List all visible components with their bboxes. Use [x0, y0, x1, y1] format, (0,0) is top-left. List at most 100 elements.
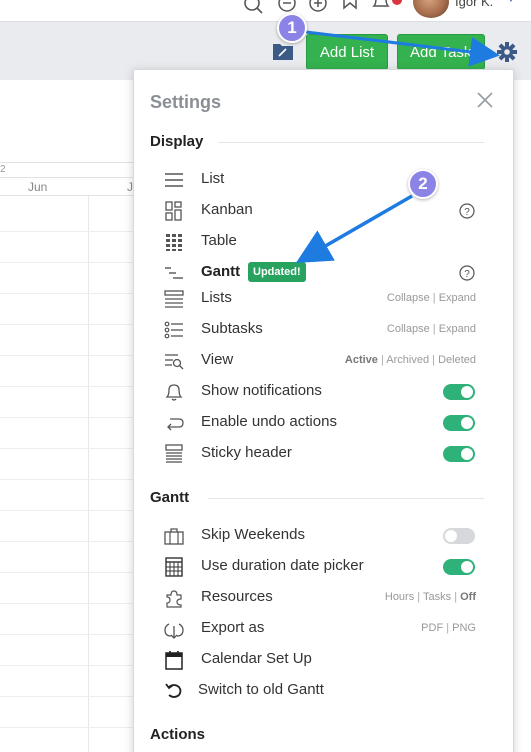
setting-row-skip-weekends: Skip Weekends — [164, 524, 476, 548]
setting-row-show-notifications: Show notifications — [164, 380, 476, 404]
grid-line — [0, 448, 133, 449]
setting-row-kanban[interactable]: Kanban ? — [164, 199, 476, 223]
add-list-button[interactable]: Add List — [306, 34, 388, 70]
close-icon[interactable] — [475, 90, 495, 110]
grid-line — [0, 572, 133, 573]
grid-line — [0, 324, 133, 325]
step-marker-2: 2 — [408, 169, 438, 199]
add-task-button[interactable]: Add Task — [397, 34, 485, 70]
view-filter-icon — [164, 351, 186, 371]
undo-toggle[interactable] — [443, 415, 475, 431]
divider — [208, 498, 484, 499]
setting-label: Lists — [201, 289, 232, 306]
grid-line — [0, 479, 133, 480]
grid-line — [0, 417, 133, 418]
option-collapse[interactable]: Collapse — [387, 323, 430, 335]
setting-label: Gantt — [201, 263, 241, 280]
option-expand[interactable]: Expand — [439, 292, 476, 304]
list-icon — [164, 170, 186, 190]
switch-back-icon — [164, 681, 186, 701]
setting-row-subtasks: Subtasks Collapse | Expand — [164, 318, 476, 342]
setting-label: Resources — [201, 588, 273, 605]
setting-row-switch-old-gantt[interactable]: Switch to old Gantt — [164, 679, 476, 703]
gear-icon[interactable] — [496, 41, 518, 63]
bell-outline-icon — [164, 382, 186, 402]
sticky-header-toggle[interactable] — [443, 446, 475, 462]
section-heading-actions: Actions — [150, 726, 206, 743]
search-icon[interactable] — [242, 0, 264, 16]
plus-circle-icon[interactable] — [307, 0, 329, 16]
puzzle-icon — [164, 588, 186, 608]
subtasks-icon — [164, 320, 186, 340]
toggle-knob — [461, 561, 473, 573]
chevron-down-icon[interactable]: ▼ — [506, 0, 516, 5]
top-header: Igor K. ▼ — [0, 0, 531, 22]
option-active[interactable]: Active — [345, 354, 378, 366]
setting-label: Sticky header — [201, 444, 292, 461]
option-pdf[interactable]: PDF — [421, 622, 443, 634]
section-heading-display: Display — [150, 133, 204, 150]
grid-line — [0, 696, 133, 697]
section-heading-gantt: Gantt — [150, 489, 190, 506]
bell-icon[interactable] — [370, 0, 392, 16]
gantt-month-row: Jun J — [0, 178, 140, 196]
folder-icon[interactable] — [273, 42, 293, 60]
setting-row-sticky-header: Sticky header — [164, 442, 476, 466]
setting-row-gantt[interactable]: Gantt Updated! ? — [164, 261, 476, 285]
divider — [218, 142, 484, 143]
toggle-knob — [461, 417, 473, 429]
option-switch: Collapse | Expand — [386, 323, 476, 335]
help-icon[interactable]: ? — [459, 203, 475, 219]
setting-row-table[interactable]: Table — [164, 230, 476, 254]
setting-label: View — [201, 351, 234, 368]
notifications-toggle[interactable] — [443, 384, 475, 400]
grid-line — [0, 231, 133, 232]
option-switch: PDF | PNG — [421, 622, 476, 634]
undo-icon — [164, 413, 186, 433]
notification-badge — [392, 0, 402, 5]
grid-line — [88, 196, 89, 752]
option-archived[interactable]: Archived — [386, 354, 429, 366]
grid-line — [0, 262, 133, 263]
option-switch: Hours | Tasks | Off — [384, 591, 476, 603]
setting-row-calendar-setup[interactable]: Calendar Set Up — [164, 648, 476, 672]
option-png[interactable]: PNG — [452, 622, 476, 634]
help-icon[interactable]: ? — [459, 265, 475, 281]
lists-icon — [164, 289, 186, 309]
setting-label: Subtasks — [201, 320, 263, 337]
briefcase-icon — [164, 526, 186, 546]
setting-label: Calendar Set Up — [201, 650, 312, 667]
setting-label: Export as — [201, 619, 265, 636]
option-tasks[interactable]: Tasks — [423, 591, 451, 603]
setting-label: Table — [201, 232, 237, 249]
panel-title: Settings — [150, 92, 222, 112]
grid-line — [0, 293, 133, 294]
bookmark-icon[interactable] — [339, 0, 361, 16]
duration-date-picker-toggle[interactable] — [443, 559, 475, 575]
table-grid-icon — [164, 232, 186, 252]
gantt-year-row: 2 — [0, 162, 140, 178]
skip-weekends-toggle[interactable] — [443, 528, 475, 544]
month-label: Jun — [28, 180, 48, 194]
toggle-knob — [461, 448, 473, 460]
option-deleted[interactable]: Deleted — [438, 354, 476, 366]
export-download-icon — [164, 619, 186, 639]
setting-row-enable-undo: Enable undo actions — [164, 411, 476, 435]
option-switch: Collapse | Expand — [386, 292, 476, 304]
grid-line — [0, 727, 133, 728]
avatar[interactable] — [413, 0, 449, 18]
user-name[interactable]: Igor K. — [455, 0, 493, 9]
option-off[interactable]: Off — [460, 591, 476, 603]
gantt-icon — [164, 263, 186, 283]
settings-panel: Settings Display List Kanban ? Table Gan… — [133, 69, 514, 752]
grid-line — [0, 355, 133, 356]
option-collapse[interactable]: Collapse — [387, 292, 430, 304]
setting-label: Skip Weekends — [201, 526, 305, 543]
svg-text:?: ? — [464, 207, 470, 218]
year-label: 2 — [0, 164, 6, 175]
setting-row-export-as: Export as PDF | PNG — [164, 617, 476, 641]
option-hours[interactable]: Hours — [385, 591, 414, 603]
grid-line — [0, 634, 133, 635]
calendar-grid-icon — [164, 557, 186, 577]
option-expand[interactable]: Expand — [439, 323, 476, 335]
